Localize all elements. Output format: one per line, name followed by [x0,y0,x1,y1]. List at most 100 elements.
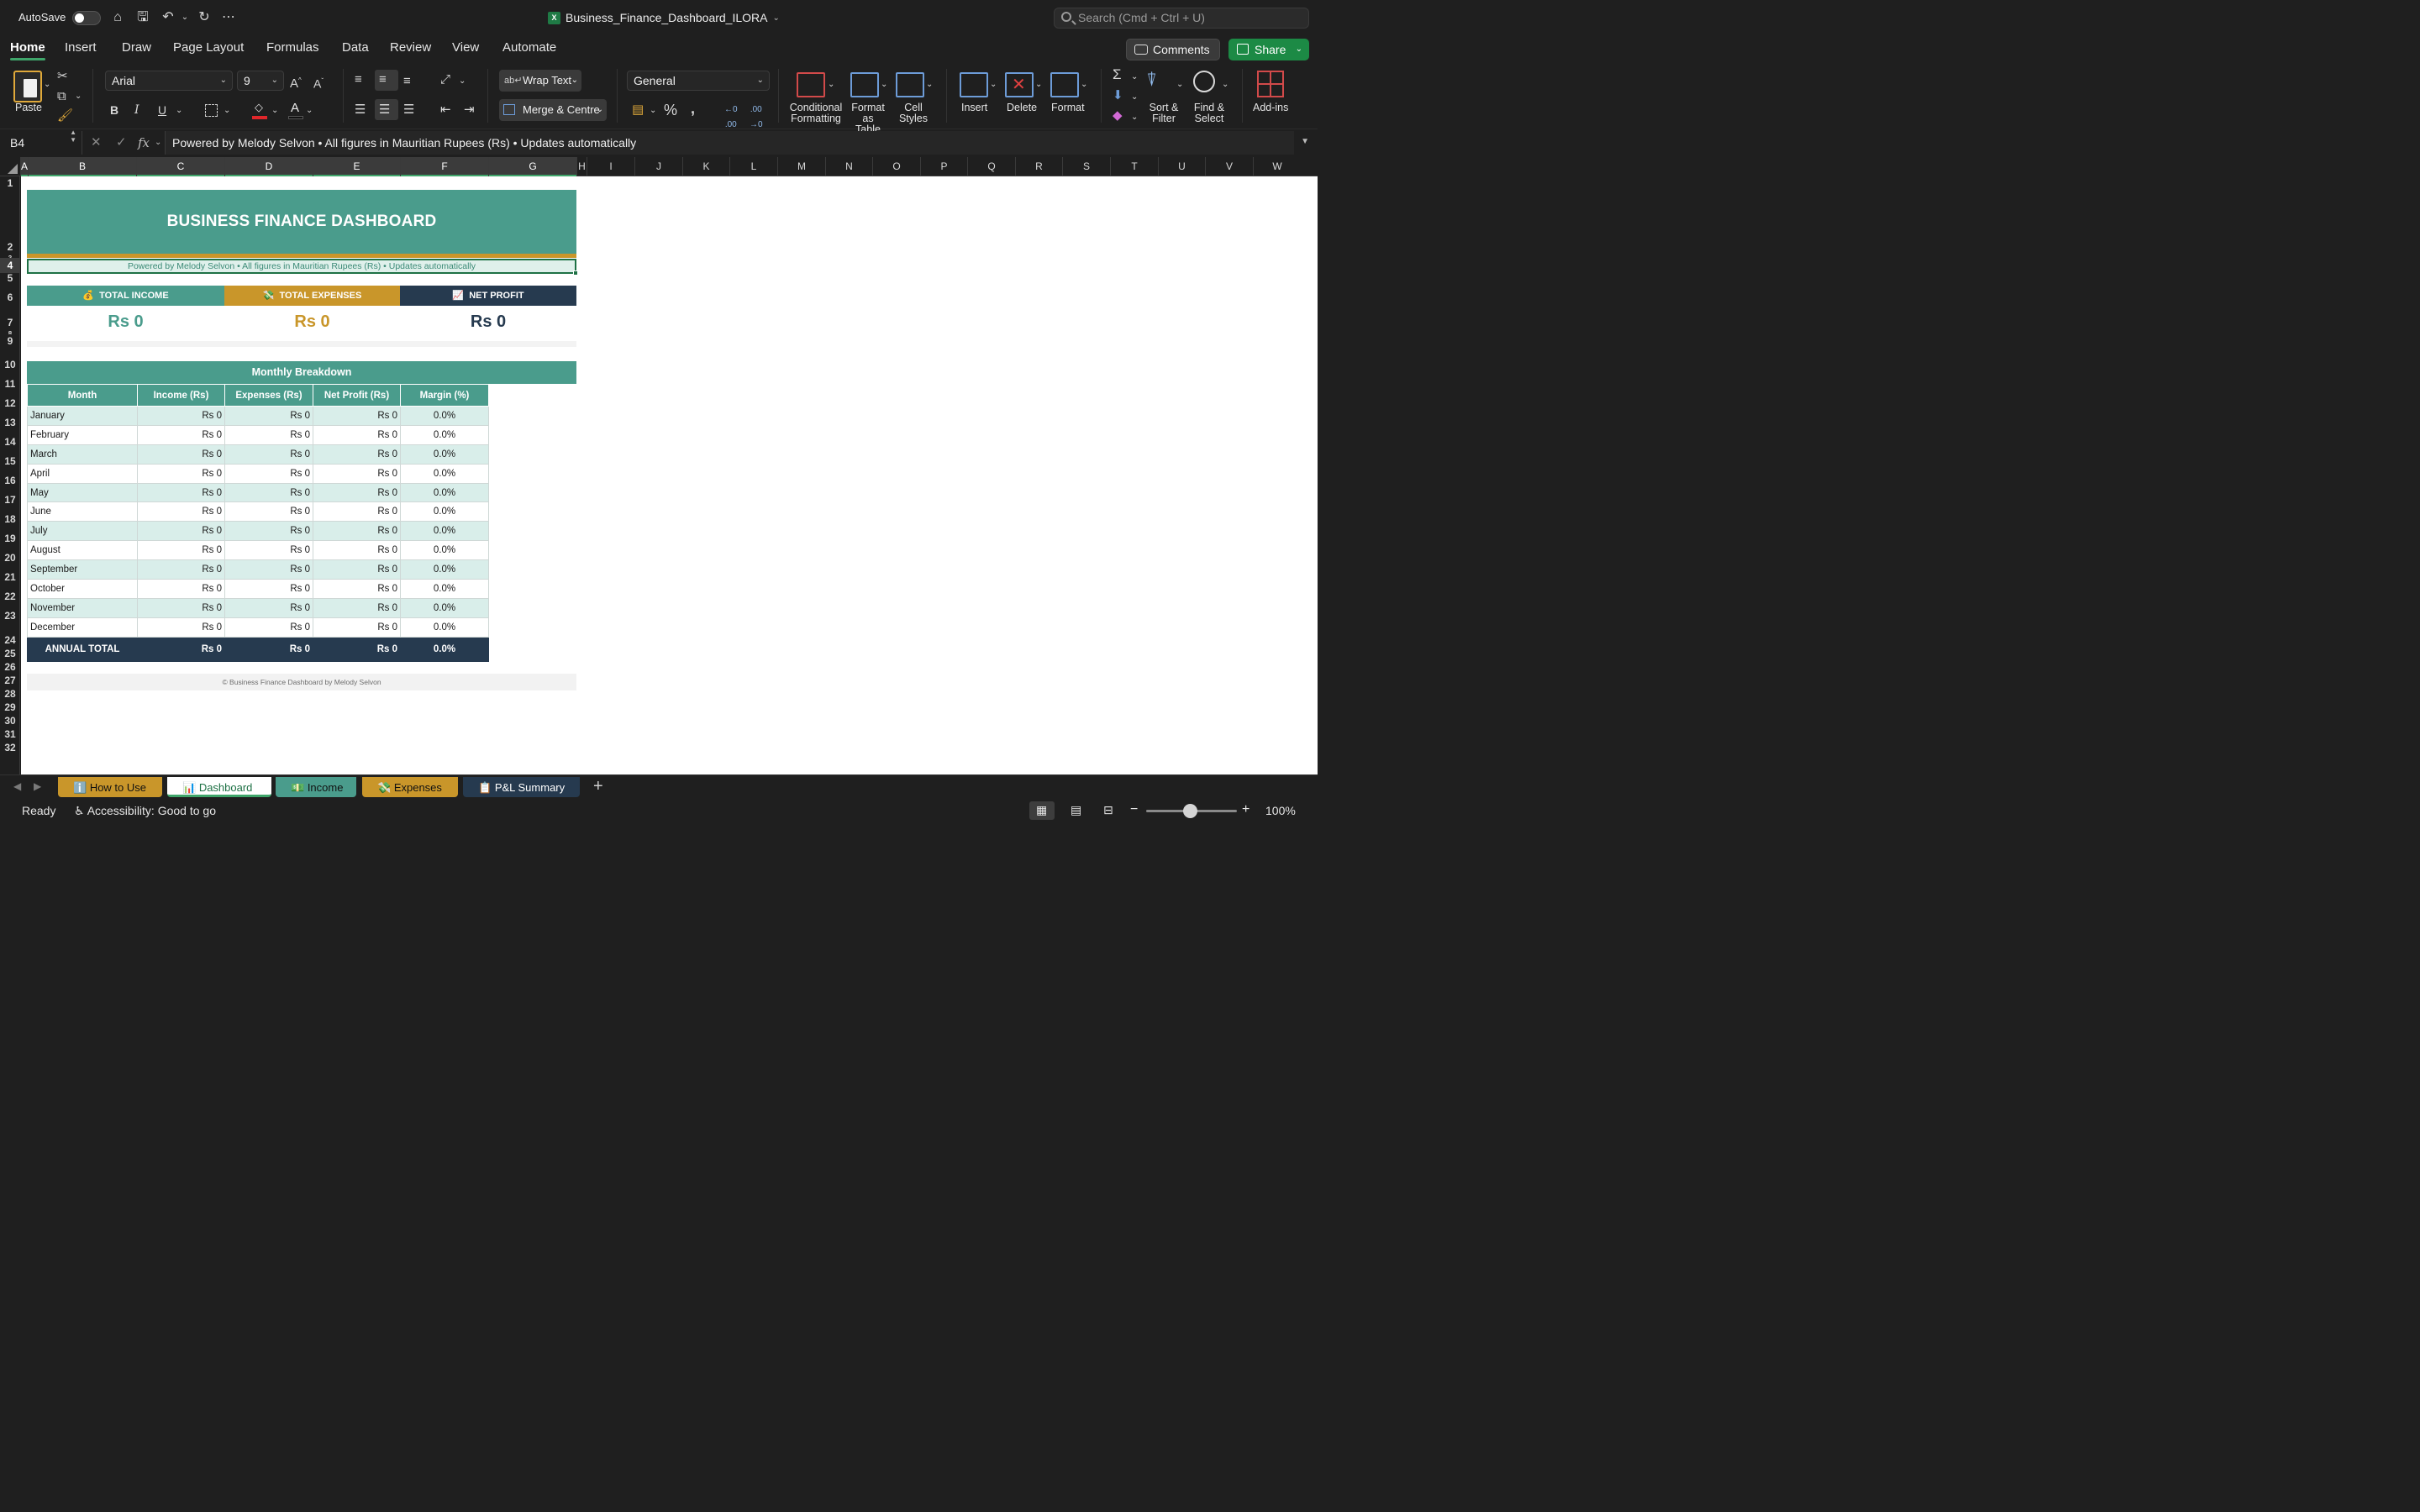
month-cell[interactable]: July [27,521,138,542]
orientation-icon[interactable]: ⤢ [440,72,450,87]
enter-icon[interactable]: ✓ [116,131,127,155]
accounting-dropdown-icon[interactable]: ⌄ [650,103,656,118]
expenses-cell[interactable]: Rs 0 [224,521,313,542]
expenses-cell[interactable]: Rs 0 [224,482,313,503]
search-input[interactable]: Search (Cmd + Ctrl + U) [1054,8,1309,29]
delete-cells-icon[interactable]: ✕ [1005,72,1034,97]
format-cells-label[interactable]: Format [1051,102,1085,113]
chevron-down-icon[interactable]: ⌄ [881,77,887,92]
add-sheet-icon[interactable]: + [593,777,603,796]
column-header-g[interactable]: G [488,157,576,176]
align-center-button[interactable]: ☰ [375,99,398,120]
month-cell[interactable]: May [27,482,138,503]
net-profit-cell[interactable]: Rs 0 [313,424,401,445]
month-cell[interactable]: June [27,501,138,522]
formula-input[interactable]: Powered by Melody Selvon • All figures i… [165,131,1294,155]
fill-color-dropdown-icon[interactable]: ⌄ [271,103,278,118]
home-icon[interactable]: ⌂ [109,9,126,26]
net-profit-cell[interactable]: Rs 0 [313,406,401,426]
name-box[interactable]: B4 ▲ ▼ [0,129,82,155]
row-header-18[interactable]: 18 [0,507,20,526]
underline-dropdown-icon[interactable]: ⌄ [176,103,182,118]
expenses-cell[interactable]: Rs 0 [224,501,313,522]
column-header-month[interactable]: Month [27,384,138,407]
margin-cell[interactable]: 0.0% [400,579,489,599]
column-header-q[interactable]: Q [967,157,1015,176]
more-icon[interactable]: ⋯ [220,9,237,26]
undo-dropdown-icon[interactable]: ⌄ [176,9,193,26]
column-header-c[interactable]: C [136,157,224,176]
undo-icon[interactable]: ↶ [160,9,176,26]
row-header-16[interactable]: 16 [0,468,20,487]
total-net-profit-cell[interactable]: Rs 0 [313,636,401,662]
sheet-tab-how-to-use[interactable]: ℹ️ How to Use [58,777,162,797]
zoom-out-icon[interactable]: − [1130,802,1138,817]
chevron-down-icon[interactable]: ⌄ [1176,77,1183,92]
cell-styles-icon[interactable] [896,72,924,97]
decrease-decimal-icon[interactable]: .00 →0 [750,102,763,133]
column-header-m[interactable]: M [777,157,825,176]
income-cell[interactable]: Rs 0 [137,482,225,503]
column-header-f[interactable]: F [400,157,488,176]
row-header-26[interactable]: 26 [0,660,20,674]
number-format-select[interactable]: General ⌄ [627,71,770,91]
column-header-r[interactable]: R [1015,157,1062,176]
net-profit-cell[interactable]: Rs 0 [313,482,401,503]
income-cell[interactable]: Rs 0 [137,406,225,426]
orientation-dropdown-icon[interactable]: ⌄ [459,74,466,89]
row-header-23[interactable]: 23 [0,603,20,622]
margin-cell[interactable]: 0.0% [400,463,489,484]
column-header-w[interactable]: W [1253,157,1301,176]
align-bottom-icon[interactable]: ≡ [403,74,411,89]
increase-decimal-icon[interactable]: ←0.00 [724,102,738,133]
tab-review[interactable]: Review [390,40,431,55]
row-header-14[interactable]: 14 [0,429,20,449]
accessibility-status[interactable]: ♿ Accessibility: Good to go [74,804,216,818]
paste-icon[interactable] [13,71,42,102]
column-header-i[interactable]: I [587,157,634,176]
font-color-dropdown-icon[interactable]: ⌄ [306,103,313,118]
column-header-b[interactable]: B [28,157,136,176]
column-header-e[interactable]: E [313,157,400,176]
month-cell[interactable]: April [27,463,138,484]
row-header-29[interactable]: 29 [0,701,20,714]
column-header-n[interactable]: N [825,157,872,176]
name-box-stepper-icon[interactable]: ▲ ▼ [70,129,76,144]
delete-cells-label[interactable]: Delete [1007,102,1037,113]
tab-page-layout[interactable]: Page Layout [173,40,244,55]
zoom-level[interactable]: 100% [1265,804,1296,817]
net-profit-cell[interactable]: Rs 0 [313,597,401,618]
month-cell[interactable]: September [27,559,138,580]
cell-styles-label[interactable]: Cell Styles [896,102,931,124]
comments-button[interactable]: Comments [1126,39,1220,60]
expenses-cell[interactable]: Rs 0 [224,597,313,618]
row-header-9[interactable]: 9 [0,334,20,349]
tab-home[interactable]: Home [10,40,45,60]
row-header-12[interactable]: 12 [0,391,20,410]
margin-cell[interactable]: 0.0% [400,540,489,561]
worksheet-grid[interactable]: BUSINESS FINANCE DASHBOARD Powered by Me… [21,176,1318,774]
cancel-icon[interactable]: ✕ [91,131,102,155]
expenses-cell[interactable]: Rs 0 [224,617,313,638]
income-cell[interactable]: Rs 0 [137,501,225,522]
selected-cell-b4[interactable]: Powered by Melody Selvon • All figures i… [27,259,576,274]
find-select-icon[interactable] [1193,71,1215,92]
chevron-down-icon[interactable]: ⌄ [1035,77,1042,92]
column-header-t[interactable]: T [1110,157,1158,176]
net-profit-cell[interactable]: Rs 0 [313,463,401,484]
underline-button[interactable]: U [158,102,166,118]
align-middle-button[interactable]: ≡ [375,70,398,91]
accounting-format-icon[interactable]: ▤ [632,102,644,118]
row-header-25[interactable]: 25 [0,647,20,660]
row-header-31[interactable]: 31 [0,727,20,741]
month-cell[interactable]: November [27,597,138,618]
expenses-cell[interactable]: Rs 0 [224,406,313,426]
document-title[interactable]: X Business_Finance_Dashboard_ILORA ⌄ [548,11,780,24]
row-header-22[interactable]: 22 [0,584,20,603]
redo-icon[interactable]: ↻ [196,9,213,26]
row-header-10[interactable]: 10 [0,349,20,371]
income-cell[interactable]: Rs 0 [137,521,225,542]
income-cell[interactable]: Rs 0 [137,559,225,580]
autosave-toggle[interactable] [72,11,101,25]
add-ins-label[interactable]: Add-ins [1253,102,1288,113]
